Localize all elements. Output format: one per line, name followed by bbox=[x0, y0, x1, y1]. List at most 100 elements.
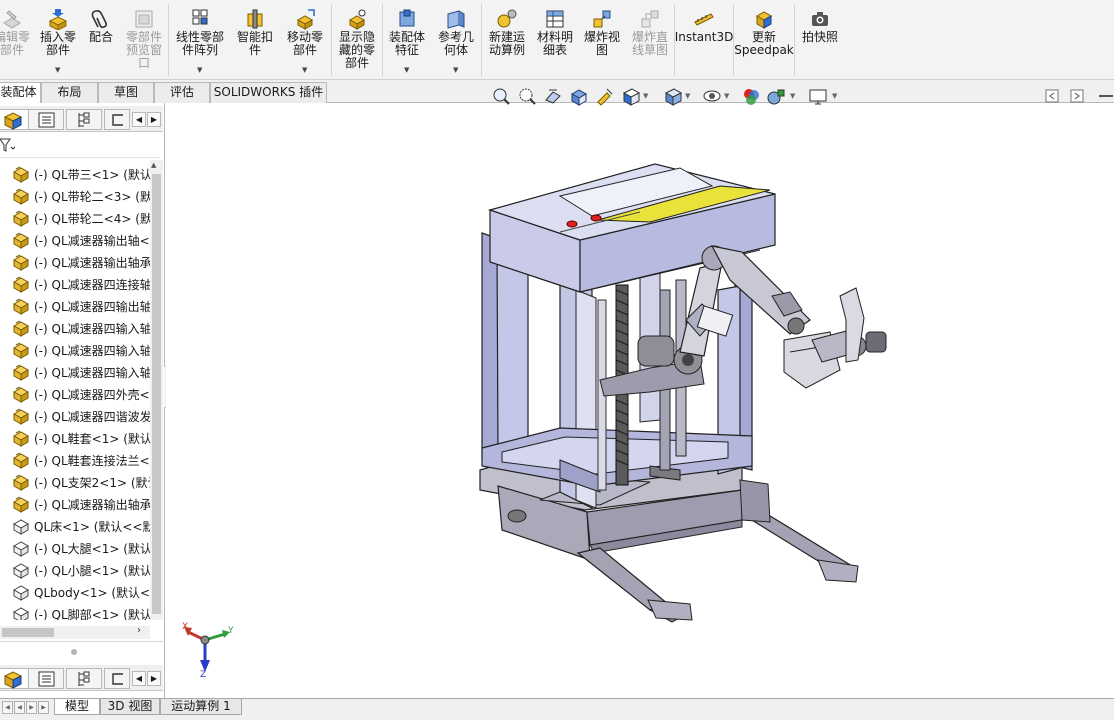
tab-3d-views[interactable]: 3D 视图 bbox=[100, 699, 160, 715]
tab-motion-study-1[interactable]: 运动算例 1 bbox=[160, 699, 242, 715]
tree-item[interactable]: (-) QL减速器四外壳< bbox=[0, 383, 150, 405]
panel-splitter[interactable] bbox=[0, 641, 163, 661]
view-settings-icon[interactable] bbox=[808, 86, 828, 106]
linear-pattern-button[interactable]: 线性零部 件阵列 ▼ bbox=[169, 0, 231, 80]
scroll-left-icon[interactable]: ◀ bbox=[132, 112, 146, 127]
scroll-right-icon[interactable]: ▶ bbox=[147, 112, 161, 127]
tree-item[interactable]: (-) QL减速器四输出轴 bbox=[0, 295, 150, 317]
tree-item[interactable]: (-) QL鞋套<1> (默认 bbox=[0, 427, 150, 449]
prev-tab-icon[interactable]: ◀ bbox=[14, 701, 25, 714]
tree-item[interactable]: (-) QL带轮二<4> (默 bbox=[0, 207, 150, 229]
first-tab-icon[interactable]: ◀ bbox=[2, 701, 13, 714]
chevron-down-icon[interactable]: ▼ bbox=[197, 66, 202, 74]
scroll-up-icon[interactable]: ▲ bbox=[151, 161, 156, 169]
exploded-view-button[interactable]: 爆炸视 图 bbox=[578, 0, 626, 80]
part-yellow-icon bbox=[11, 209, 31, 227]
dynamic-annotation-icon[interactable] bbox=[595, 86, 615, 106]
last-tab-icon[interactable]: ▶ bbox=[38, 701, 49, 714]
tree-item[interactable]: (-) QL脚部<1> (默认 bbox=[0, 603, 150, 620]
tree-item[interactable]: (-) QL减速器输出轴承 bbox=[0, 493, 150, 515]
tab-configurationmanager[interactable] bbox=[66, 109, 102, 130]
graphics-area[interactable]: X Y Z bbox=[166, 103, 1114, 698]
component-preview-button[interactable]: 零部件 预览窗 口 bbox=[120, 0, 168, 80]
chevron-down-icon[interactable]: ▼ bbox=[55, 66, 60, 74]
tree-vertical-scrollbar[interactable]: ▲ bbox=[150, 160, 163, 620]
tree-item[interactable]: (-) QL鞋套连接法兰< bbox=[0, 449, 150, 471]
horizontal-scroll-thumb[interactable] bbox=[2, 628, 54, 637]
instant3d-button[interactable]: Instant3D bbox=[675, 0, 733, 80]
edit-component-button[interactable]: 编辑零 部件 bbox=[0, 0, 30, 80]
scroll-right-icon[interactable]: ▶ bbox=[147, 671, 161, 686]
tree-item[interactable]: QL床<1> (默认<<默 bbox=[0, 515, 150, 537]
tree-item[interactable]: (-) QL大腿<1> (默认 bbox=[0, 537, 150, 559]
tab-featuremanager[interactable] bbox=[0, 109, 30, 130]
hide-show-items-icon[interactable] bbox=[702, 86, 722, 106]
chevron-down-icon[interactable]: ▼ bbox=[832, 92, 837, 100]
tab-featuremanager-lower[interactable] bbox=[0, 668, 30, 689]
mate-button[interactable]: 配合 bbox=[82, 0, 120, 80]
tree-item[interactable]: (-) QL减速器四输入轴 bbox=[0, 317, 150, 339]
tree-item[interactable]: QLbody<1> (默认< bbox=[0, 581, 150, 603]
splitter-grip-icon[interactable] bbox=[71, 649, 77, 655]
previous-view-icon[interactable] bbox=[543, 86, 563, 106]
zoom-to-area-icon[interactable] bbox=[517, 86, 537, 106]
view-orientation-icon[interactable] bbox=[621, 86, 641, 106]
chevron-down-icon[interactable]: ▼ bbox=[724, 92, 729, 100]
viewport-prev-icon[interactable] bbox=[1042, 86, 1062, 106]
vertical-scroll-thumb[interactable] bbox=[152, 174, 161, 614]
tree-item[interactable]: (-) QL减速器四输入轴 bbox=[0, 339, 150, 361]
smart-fasteners-label: 智能扣 件 bbox=[236, 30, 273, 57]
chevron-down-icon[interactable]: ▼ bbox=[685, 92, 690, 100]
edit-appearance-icon[interactable] bbox=[741, 86, 761, 106]
tree-item-label: (-) QL带三<1> (默认 bbox=[34, 167, 150, 182]
chevron-down-icon[interactable]: ▼ bbox=[453, 66, 458, 74]
tree-item[interactable]: (-) QL支架2<1> (默认 bbox=[0, 471, 150, 493]
zoom-to-fit-icon[interactable] bbox=[491, 86, 511, 106]
insert-components-button[interactable]: 插入零 部件 ▼ bbox=[34, 0, 82, 80]
next-tab-icon[interactable]: ▶ bbox=[26, 701, 37, 714]
new-motion-study-button[interactable]: 新建运 动算例 bbox=[482, 0, 532, 80]
section-view-icon[interactable] bbox=[569, 86, 589, 106]
tab-dimxpert[interactable] bbox=[104, 109, 130, 130]
move-component-button[interactable]: 移动零 部件 ▼ bbox=[279, 0, 331, 80]
viewport-next-icon[interactable] bbox=[1067, 86, 1087, 106]
update-speedpak-button[interactable]: 更新 Speedpak bbox=[734, 0, 794, 80]
scroll-right-arrow-icon[interactable]: › bbox=[137, 625, 141, 636]
show-hidden-components-button[interactable]: 显示隐 藏的零 部件 bbox=[332, 0, 382, 80]
tree-item[interactable]: (-) QL减速器输出轴< bbox=[0, 229, 150, 251]
tree-horizontal-scrollbar[interactable]: › bbox=[0, 625, 150, 639]
snapshot-button[interactable]: 拍快照 bbox=[795, 0, 845, 80]
chevron-down-icon[interactable]: ▼ bbox=[404, 66, 409, 74]
scroll-left-icon[interactable]: ◀ bbox=[132, 671, 146, 686]
chevron-down-icon[interactable]: ▼ bbox=[643, 92, 648, 100]
tree-item[interactable]: (-) QL减速器四谐波发 bbox=[0, 405, 150, 427]
tree-item-label: (-) QL减速器四输出轴 bbox=[34, 299, 150, 314]
tab-configurationmanager-lower[interactable] bbox=[66, 668, 102, 689]
reference-geometry-button[interactable]: 参考几 何体 ▼ bbox=[431, 0, 481, 80]
apply-scene-icon[interactable] bbox=[766, 86, 786, 106]
filter-icon[interactable] bbox=[0, 136, 18, 156]
tree-item[interactable]: (-) QL带三<1> (默认 bbox=[0, 163, 150, 185]
tree-item[interactable]: (-) QL减速器四输入轴 bbox=[0, 361, 150, 383]
explode-line-sketch-button[interactable]: 爆炸直 线草图 bbox=[626, 0, 674, 80]
move-component-label: 移动零 部件 bbox=[286, 30, 323, 57]
tree-item[interactable]: (-) QL减速器四连接轴 bbox=[0, 273, 150, 295]
tree-item[interactable]: (-) QL减速器输出轴承 bbox=[0, 251, 150, 273]
tab-propertymanager[interactable] bbox=[28, 109, 64, 130]
feature-manager-panel: ◀ ▶ (-) QL带三<1> (默认 (-) QL带轮二<3> (默 (-) QL… bbox=[0, 103, 165, 698]
model-canvas[interactable] bbox=[166, 103, 1114, 698]
tree-item[interactable]: (-) QL小腿<1> (默认 bbox=[0, 559, 150, 581]
tab-model[interactable]: 模型 bbox=[54, 699, 100, 715]
display-style-icon[interactable] bbox=[663, 86, 683, 106]
tab-propertymanager-lower[interactable] bbox=[28, 668, 64, 689]
minimize-viewport-icon[interactable] bbox=[1096, 86, 1114, 106]
chevron-down-icon[interactable]: ▼ bbox=[790, 92, 795, 100]
tree-item-label: (-) QL减速器四输入轴 bbox=[34, 343, 150, 358]
tab-dimxpert-lower[interactable] bbox=[104, 668, 130, 689]
assembly-features-button[interactable]: 装配体 特征 ▼ bbox=[383, 0, 431, 80]
chevron-down-icon[interactable]: ▼ bbox=[302, 66, 307, 74]
bill-of-materials-button[interactable]: 材料明 细表 bbox=[532, 0, 578, 80]
smart-fasteners-button[interactable]: 智能扣 件 bbox=[231, 0, 279, 80]
explode-line-label: 爆炸直 线草图 bbox=[631, 30, 668, 57]
tree-item[interactable]: (-) QL带轮二<3> (默 bbox=[0, 185, 150, 207]
